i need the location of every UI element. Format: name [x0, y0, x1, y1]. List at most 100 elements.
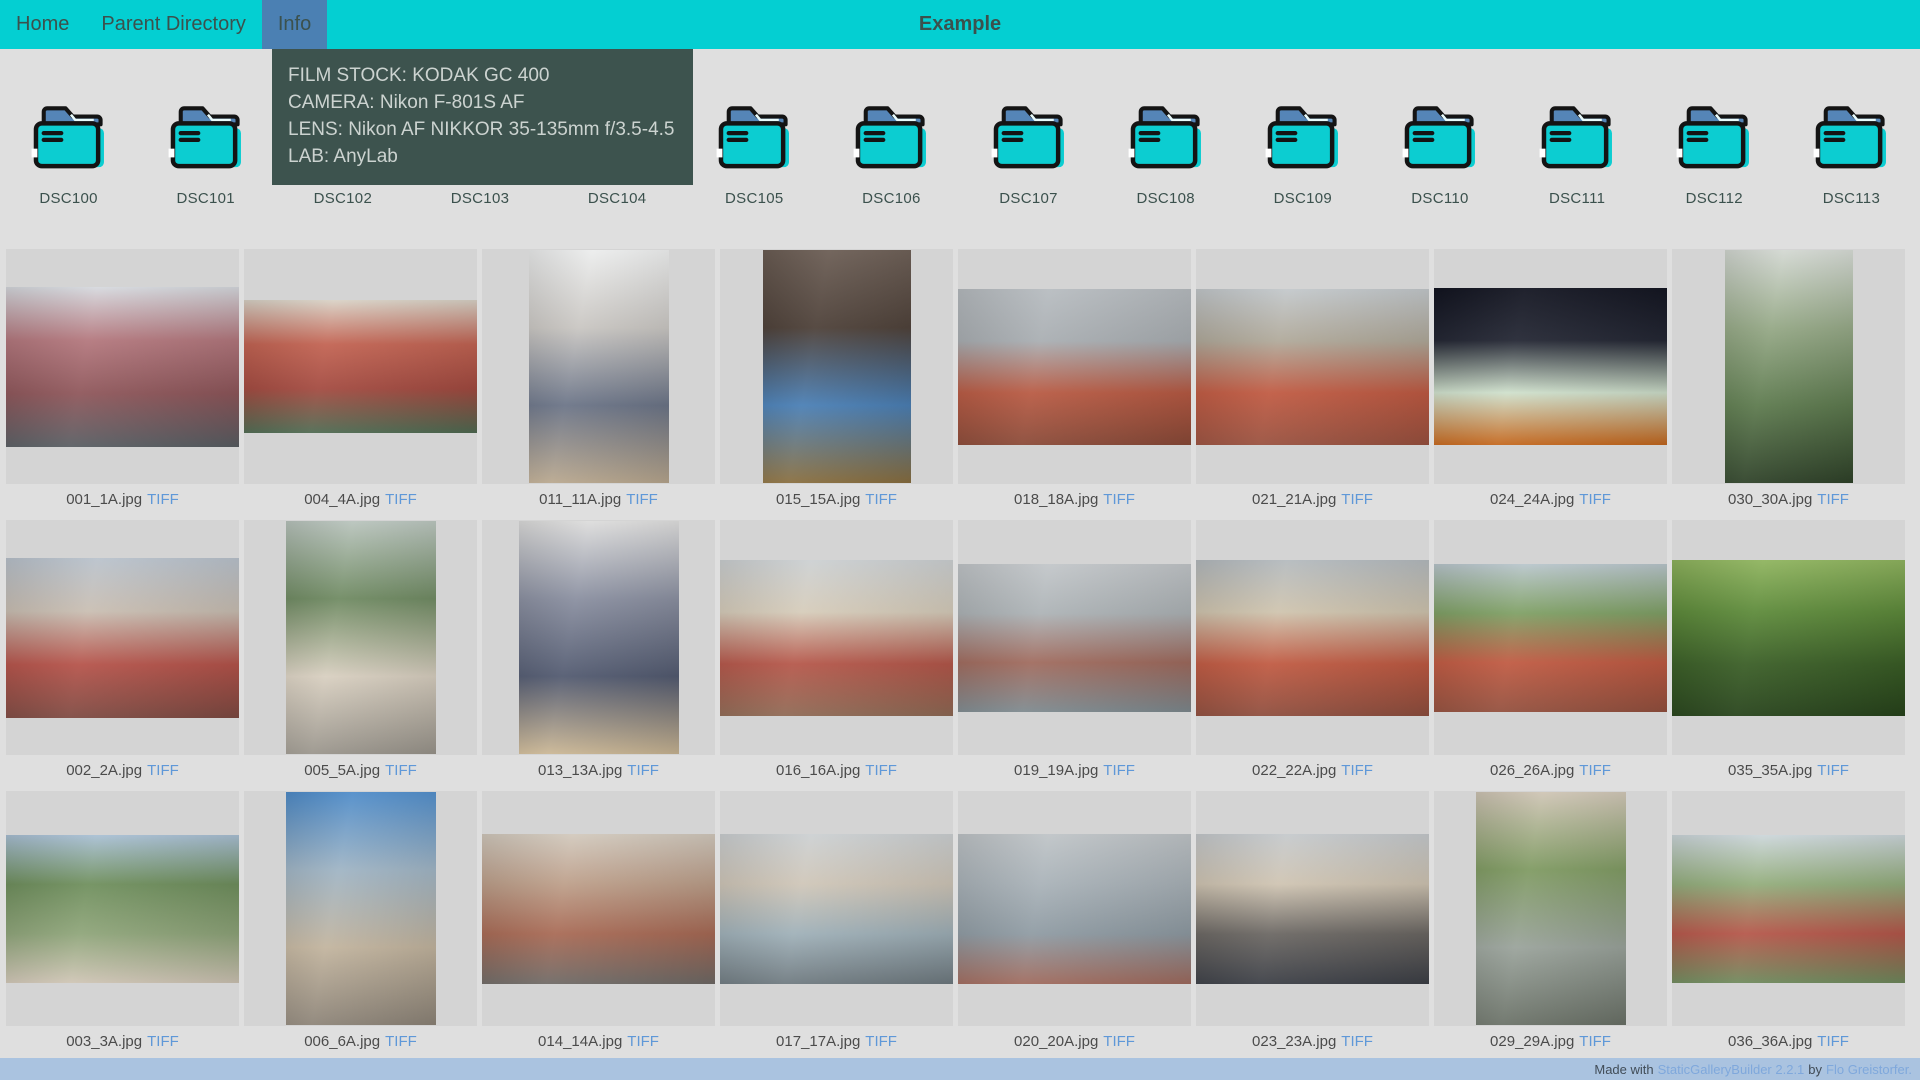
- photo-cell: [1434, 791, 1667, 1026]
- photo-cell: [1672, 520, 1905, 755]
- photo-cell: [482, 791, 715, 1026]
- photo-filename: 026_26A.jpg: [1490, 762, 1574, 779]
- photo-caption: 035_35A.jpg TIFF: [1672, 755, 1905, 785]
- tiff-link[interactable]: TIFF: [385, 762, 417, 779]
- photo-caption: 026_26A.jpg TIFF: [1434, 755, 1667, 785]
- tiff-link[interactable]: TIFF: [865, 1033, 897, 1050]
- photo-thumbnail[interactable]: [6, 287, 239, 447]
- nav-item-home[interactable]: Home: [0, 0, 85, 49]
- tiff-link[interactable]: TIFF: [1103, 762, 1135, 779]
- folder-icon: [1673, 103, 1755, 171]
- folder-item-dsc101[interactable]: DSC101: [137, 103, 274, 207]
- photo-filename: 021_21A.jpg: [1252, 491, 1336, 508]
- gallery-row: 001_1A.jpg TIFF 004_4A.jpg TIFF 011_11A.…: [6, 249, 1914, 514]
- photo-thumbnail[interactable]: [1196, 289, 1429, 445]
- folder-icon: [1125, 103, 1207, 171]
- tiff-link[interactable]: TIFF: [147, 1033, 179, 1050]
- photo-caption: 014_14A.jpg TIFF: [482, 1026, 715, 1056]
- tiff-link[interactable]: TIFF: [627, 762, 659, 779]
- folder-item-dsc113[interactable]: DSC113: [1783, 103, 1920, 207]
- photo-thumbnail[interactable]: [720, 834, 953, 984]
- author-link[interactable]: Flo Greistorfer.: [1826, 1062, 1912, 1077]
- tiff-link[interactable]: TIFF: [385, 1033, 417, 1050]
- tiff-link[interactable]: TIFF: [1579, 762, 1611, 779]
- photo-thumbnail[interactable]: [720, 560, 953, 716]
- photo-thumbnail[interactable]: [286, 521, 436, 754]
- gallery-row: 003_3A.jpg TIFF 006_6A.jpg TIFF 014_14A.…: [6, 791, 1914, 1056]
- photo-column: 016_16A.jpg TIFF: [720, 520, 953, 785]
- photo-thumbnail[interactable]: [1725, 250, 1853, 483]
- photo-cell: [6, 520, 239, 755]
- info-line: LAB: AnyLab: [288, 143, 675, 170]
- photo-cell: [720, 520, 953, 755]
- photo-caption: 003_3A.jpg TIFF: [6, 1026, 239, 1056]
- folder-item-dsc111[interactable]: DSC111: [1509, 103, 1646, 207]
- photo-caption: 018_18A.jpg TIFF: [958, 484, 1191, 514]
- photo-thumbnail[interactable]: [1672, 560, 1905, 716]
- photo-column: 014_14A.jpg TIFF: [482, 791, 715, 1056]
- tiff-link[interactable]: TIFF: [147, 762, 179, 779]
- folder-label: DSC103: [451, 190, 510, 207]
- photo-column: 020_20A.jpg TIFF: [958, 791, 1191, 1056]
- tiff-link[interactable]: TIFF: [865, 491, 897, 508]
- tiff-link[interactable]: TIFF: [1341, 491, 1373, 508]
- photo-thumbnail[interactable]: [1434, 288, 1667, 445]
- photo-column: 026_26A.jpg TIFF: [1434, 520, 1667, 785]
- photo-thumbnail[interactable]: [286, 792, 436, 1025]
- photo-caption: 017_17A.jpg TIFF: [720, 1026, 953, 1056]
- tiff-link[interactable]: TIFF: [1103, 491, 1135, 508]
- photo-thumbnail[interactable]: [1476, 792, 1626, 1025]
- folder-item-dsc109[interactable]: DSC109: [1234, 103, 1371, 207]
- photo-thumbnail[interactable]: [1672, 835, 1905, 983]
- photo-thumbnail[interactable]: [1196, 560, 1429, 716]
- folder-item-dsc112[interactable]: DSC112: [1646, 103, 1783, 207]
- tiff-link[interactable]: TIFF: [1579, 1033, 1611, 1050]
- photo-thumbnail[interactable]: [958, 564, 1191, 712]
- photo-thumbnail[interactable]: [958, 834, 1191, 984]
- nav-item-info[interactable]: Info: [262, 0, 327, 49]
- tiff-link[interactable]: TIFF: [627, 1033, 659, 1050]
- tiff-link[interactable]: TIFF: [147, 491, 179, 508]
- builder-link[interactable]: StaticGalleryBuilder 2.2.1: [1658, 1062, 1805, 1077]
- tiff-link[interactable]: TIFF: [626, 491, 658, 508]
- folder-item-dsc105[interactable]: DSC105: [686, 103, 823, 207]
- photo-thumbnail[interactable]: [763, 250, 911, 483]
- photo-thumbnail[interactable]: [1434, 564, 1667, 712]
- tiff-link[interactable]: TIFF: [1103, 1033, 1135, 1050]
- nav-item-parent-directory[interactable]: Parent Directory: [85, 0, 262, 49]
- photo-thumbnail[interactable]: [6, 558, 239, 718]
- tiff-link[interactable]: TIFF: [1817, 762, 1849, 779]
- folder-item-dsc110[interactable]: DSC110: [1371, 103, 1508, 207]
- photo-column: 002_2A.jpg TIFF: [6, 520, 239, 785]
- tiff-link[interactable]: TIFF: [1341, 1033, 1373, 1050]
- photo-thumbnail[interactable]: [6, 835, 239, 983]
- folder-icon: [850, 103, 932, 171]
- tiff-link[interactable]: TIFF: [865, 762, 897, 779]
- photo-cell: [958, 520, 1191, 755]
- folder-icon: [28, 103, 110, 171]
- folder-item-dsc106[interactable]: DSC106: [823, 103, 960, 207]
- folder-item-dsc107[interactable]: DSC107: [960, 103, 1097, 207]
- photo-thumbnail[interactable]: [1196, 834, 1429, 984]
- photo-caption: 011_11A.jpg TIFF: [482, 484, 715, 514]
- photo-thumbnail[interactable]: [958, 289, 1191, 445]
- photo-cell: [1672, 791, 1905, 1026]
- folder-label: DSC108: [1136, 190, 1195, 207]
- photo-thumbnail[interactable]: [519, 521, 679, 754]
- tiff-link[interactable]: TIFF: [385, 491, 417, 508]
- folder-item-dsc100[interactable]: DSC100: [0, 103, 137, 207]
- tiff-link[interactable]: TIFF: [1579, 491, 1611, 508]
- photo-thumbnail[interactable]: [244, 300, 477, 433]
- folder-label: DSC102: [314, 190, 373, 207]
- photo-filename: 013_13A.jpg: [538, 762, 622, 779]
- photo-column: 019_19A.jpg TIFF: [958, 520, 1191, 785]
- photo-column: 005_5A.jpg TIFF: [244, 520, 477, 785]
- folder-label: DSC112: [1686, 190, 1743, 207]
- folder-item-dsc108[interactable]: DSC108: [1097, 103, 1234, 207]
- photo-thumbnail[interactable]: [482, 834, 715, 984]
- tiff-link[interactable]: TIFF: [1817, 491, 1849, 508]
- tiff-link[interactable]: TIFF: [1341, 762, 1373, 779]
- tiff-link[interactable]: TIFF: [1817, 1033, 1849, 1050]
- photo-thumbnail[interactable]: [529, 250, 669, 483]
- navbar: Home Parent Directory Info Example: [0, 0, 1920, 49]
